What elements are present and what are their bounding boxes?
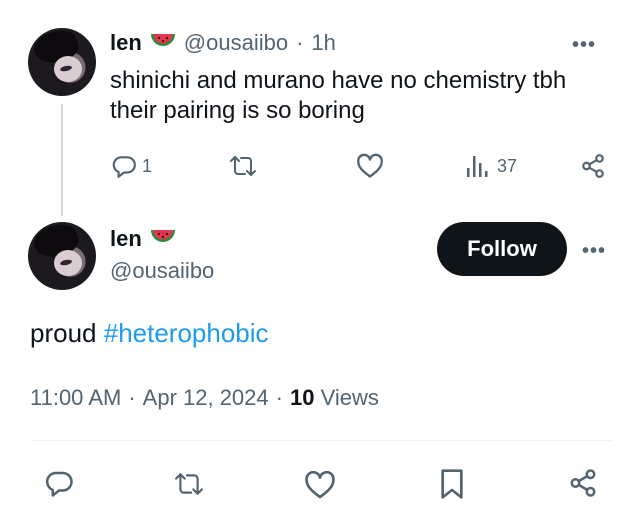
views-button[interactable]: 37 bbox=[466, 154, 517, 178]
view-count: 37 bbox=[497, 155, 518, 176]
views-count: 10 bbox=[289, 385, 315, 410]
main-tweet-name: len bbox=[110, 226, 176, 252]
separator: · bbox=[128, 385, 136, 410]
thread-line bbox=[61, 104, 63, 216]
more-icon[interactable]: ••• bbox=[572, 34, 596, 57]
display-name[interactable]: len bbox=[110, 226, 142, 252]
like-icon[interactable] bbox=[304, 470, 336, 500]
tweet-time[interactable]: 11:00 AM bbox=[30, 385, 121, 411]
retweet-icon[interactable] bbox=[228, 153, 258, 179]
reply-icon bbox=[111, 153, 137, 179]
tweet-text-prefix: proud bbox=[30, 318, 104, 348]
separator: · bbox=[275, 385, 283, 410]
tweet-date[interactable]: Apr 12, 2024 bbox=[143, 385, 269, 411]
avatar[interactable] bbox=[28, 222, 96, 290]
like-icon[interactable] bbox=[356, 153, 384, 179]
follow-button[interactable]: Follow bbox=[437, 222, 567, 276]
tweet-metadata: 11:00 AM · Apr 12, 2024 · 10 Views bbox=[30, 385, 379, 411]
share-icon[interactable] bbox=[568, 468, 598, 498]
share-icon[interactable] bbox=[580, 153, 606, 179]
divider bbox=[30, 440, 612, 441]
views-stat[interactable]: 10 Views bbox=[290, 385, 379, 411]
more-icon[interactable]: ••• bbox=[582, 240, 606, 263]
reply-count: 1 bbox=[142, 155, 153, 176]
watermelon-icon bbox=[150, 32, 176, 55]
hashtag-link[interactable]: #heterophobic bbox=[104, 318, 269, 348]
views-icon bbox=[466, 154, 488, 178]
handle[interactable]: @ousaiibo bbox=[110, 258, 214, 284]
tweet-text: proud #heterophobic bbox=[30, 318, 269, 349]
views-label: Views bbox=[320, 385, 379, 410]
retweet-icon[interactable] bbox=[172, 470, 206, 498]
bookmark-icon[interactable] bbox=[438, 468, 466, 500]
tweet-text: shinichi and murano have no chemistry tb… bbox=[110, 67, 567, 124]
reply-tweet-header: len @ousaiibo · 1h bbox=[110, 30, 336, 56]
display-name[interactable]: len bbox=[110, 30, 142, 56]
timestamp[interactable]: 1h bbox=[311, 30, 335, 56]
avatar[interactable] bbox=[28, 28, 96, 96]
separator: · bbox=[296, 30, 304, 55]
reply-icon[interactable] bbox=[44, 468, 74, 498]
reply-button[interactable]: 1 bbox=[111, 153, 152, 179]
handle[interactable]: @ousaiibo bbox=[184, 30, 288, 56]
watermelon-icon bbox=[150, 228, 176, 251]
